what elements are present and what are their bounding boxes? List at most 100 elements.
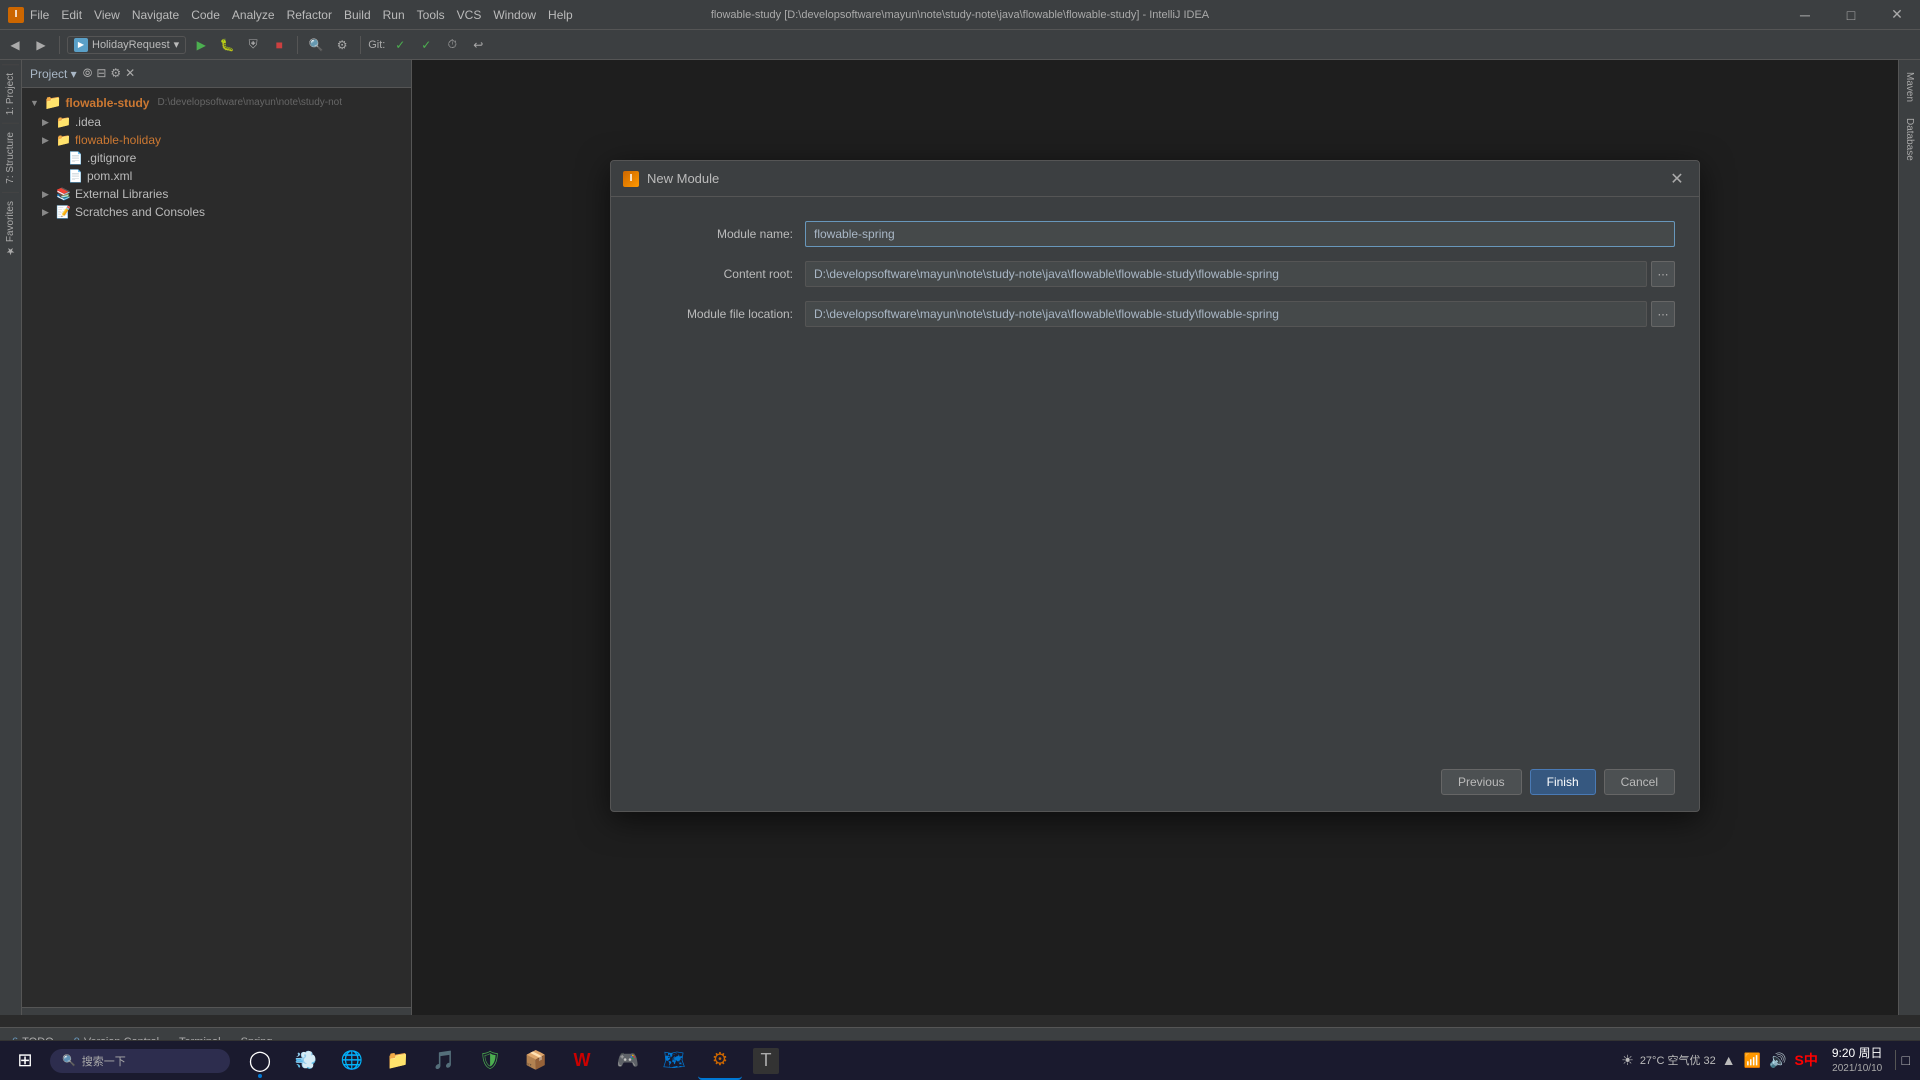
- taskbar-app-intellij[interactable]: ⚙: [698, 1042, 742, 1080]
- menu-edit[interactable]: Edit: [61, 8, 82, 22]
- tab-maven[interactable]: Maven: [1901, 64, 1918, 110]
- maximize-button[interactable]: □: [1828, 0, 1874, 30]
- toolbar-back-button[interactable]: ◀: [4, 34, 26, 56]
- settings-button[interactable]: ⚙: [331, 34, 353, 56]
- finish-button[interactable]: Finish: [1530, 769, 1596, 795]
- content-root-label: Content root:: [635, 267, 805, 281]
- network-icon[interactable]: 📶: [1742, 1050, 1763, 1071]
- previous-button[interactable]: Previous: [1441, 769, 1522, 795]
- tree-item-root[interactable]: ▼ 📁 flowable-study D:\developsoftware\ma…: [22, 92, 411, 113]
- taskbar-app-music[interactable]: 🎵: [422, 1042, 466, 1080]
- search-everywhere-button[interactable]: 🔍: [305, 34, 327, 56]
- module-name-label: Module name:: [635, 227, 805, 241]
- menu-bar: File Edit View Navigate Code Analyze Ref…: [30, 8, 573, 22]
- taskbar-app-w[interactable]: W: [560, 1042, 604, 1080]
- clock-date: 2021/10/10: [1832, 1062, 1883, 1076]
- module-name-row: Module name:: [635, 221, 1675, 247]
- gitignore-icon: 📄: [68, 151, 83, 165]
- taskbar-app-edge[interactable]: 🌐: [330, 1042, 374, 1080]
- module-name-input[interactable]: [805, 221, 1675, 247]
- taskbar-app-game2[interactable]: 🎮: [606, 1042, 650, 1080]
- tree-item-ext-libs[interactable]: ▶ 📚 External Libraries: [22, 185, 411, 203]
- module-icon: 📁: [44, 94, 61, 111]
- expand-tray-icon[interactable]: ▲: [1720, 1050, 1738, 1070]
- taskbar-apps: ◯ 💨 🌐 📁 🎵 🛡 📦 W 🎮 🗺 ⚙ T: [230, 1042, 1619, 1080]
- tree-label-extlibs: External Libraries: [75, 187, 168, 201]
- menu-file[interactable]: File: [30, 8, 49, 22]
- content-root-browse-button[interactable]: ⋯: [1651, 261, 1675, 287]
- tree-label-root: flowable-study: [65, 96, 149, 110]
- input-method-icon[interactable]: S中: [1792, 1048, 1819, 1072]
- toolbar-forward-button[interactable]: ▶: [30, 34, 52, 56]
- menu-help[interactable]: Help: [548, 8, 573, 22]
- project-panel-title: Project ▾: [30, 67, 77, 81]
- taskbar-app-t[interactable]: T: [744, 1042, 788, 1080]
- git-rollback-button[interactable]: ↩: [467, 34, 489, 56]
- hide-panel-icon[interactable]: ✕: [125, 66, 135, 81]
- tree-arrow-idea: ▶: [42, 117, 52, 128]
- menu-tools[interactable]: Tools: [417, 8, 445, 22]
- taskbar-app-explorer[interactable]: 📁: [376, 1042, 420, 1080]
- run-config-dropdown[interactable]: ▶ HolidayRequest ▾: [67, 36, 186, 54]
- taskbar-clock[interactable]: 9:20 周日 2021/10/10: [1824, 1045, 1891, 1076]
- tab-database[interactable]: Database: [1901, 110, 1918, 169]
- module-file-label: Module file location:: [635, 307, 805, 321]
- run-with-coverage-button[interactable]: ⛨: [242, 34, 264, 56]
- content-root-input[interactable]: [805, 261, 1647, 287]
- start-button[interactable]: ⊞: [0, 1041, 50, 1080]
- tab-structure[interactable]: 7: Structure: [2, 123, 19, 192]
- run-config-arrow: ▾: [174, 38, 180, 51]
- run-config-icon: ▶: [74, 38, 88, 52]
- weather-icon[interactable]: ☀: [1619, 1050, 1636, 1071]
- tree-item-idea[interactable]: ▶ 📁 .idea: [22, 113, 411, 131]
- project-tree: ▼ 📁 flowable-study D:\developsoftware\ma…: [22, 88, 411, 1007]
- git-history-button[interactable]: ⏱: [441, 34, 463, 56]
- menu-refactor[interactable]: Refactor: [287, 8, 332, 22]
- locate-file-icon[interactable]: ⦾: [83, 66, 93, 81]
- project-panel: Project ▾ ⦾ ⊟ ⚙ ✕ ▼ 📁 flowable-study D:\…: [22, 60, 412, 1015]
- taskbar-app-cortana[interactable]: ◯: [238, 1042, 282, 1080]
- close-button[interactable]: ✕: [1874, 0, 1920, 30]
- git-push-button[interactable]: ✓: [415, 34, 437, 56]
- menu-navigate[interactable]: Navigate: [132, 8, 179, 22]
- menu-view[interactable]: View: [94, 8, 120, 22]
- collapse-all-icon[interactable]: ⊟: [96, 66, 106, 81]
- tree-item-pomxml[interactable]: ▶ 📄 pom.xml: [22, 167, 411, 185]
- right-sidebar-tabs: Maven Database: [1898, 60, 1920, 1015]
- tree-arrow-scratches: ▶: [42, 207, 52, 218]
- tab-project[interactable]: 1: Project: [2, 64, 19, 123]
- toolbar-separator-1: [59, 36, 60, 54]
- run-button[interactable]: ▶: [190, 34, 212, 56]
- dialog-footer: Previous Finish Cancel: [611, 757, 1699, 811]
- tree-item-gitignore[interactable]: ▶ 📄 .gitignore: [22, 149, 411, 167]
- minimize-button[interactable]: ─: [1782, 0, 1828, 30]
- menu-vcs[interactable]: VCS: [457, 8, 482, 22]
- tree-label-pom: pom.xml: [87, 169, 132, 183]
- dialog-close-button[interactable]: ✕: [1667, 169, 1687, 189]
- volume-icon[interactable]: 🔊: [1767, 1050, 1788, 1071]
- settings-icon[interactable]: ⚙: [110, 66, 121, 81]
- menu-analyze[interactable]: Analyze: [232, 8, 275, 22]
- cancel-button[interactable]: Cancel: [1604, 769, 1675, 795]
- tree-item-scratches[interactable]: ▶ 📝 Scratches and Consoles: [22, 203, 411, 221]
- module-file-browse-button[interactable]: ⋯: [1651, 301, 1675, 327]
- taskbar-app-fan[interactable]: 💨: [284, 1042, 328, 1080]
- show-desktop-icon[interactable]: □: [1895, 1050, 1912, 1070]
- dialog-title-bar: I New Module ✕: [611, 161, 1699, 197]
- stop-button[interactable]: ■: [268, 34, 290, 56]
- tree-item-flowable-holiday[interactable]: ▶ 📁 flowable-holiday: [22, 131, 411, 149]
- clock-time: 9:20 周日: [1832, 1045, 1883, 1062]
- tab-favorites[interactable]: ★ Favorites: [2, 192, 19, 264]
- left-sidebar-tabs: 1: Project 7: Structure ★ Favorites: [0, 60, 22, 1015]
- menu-window[interactable]: Window: [493, 8, 536, 22]
- git-commit-button[interactable]: ✓: [389, 34, 411, 56]
- taskbar-app-maps[interactable]: 🗺: [652, 1042, 696, 1080]
- menu-run[interactable]: Run: [383, 8, 405, 22]
- taskbar-search[interactable]: 🔍 搜索一下: [50, 1049, 230, 1073]
- menu-build[interactable]: Build: [344, 8, 371, 22]
- taskbar-app-shield[interactable]: 🛡: [468, 1042, 512, 1080]
- module-file-input[interactable]: [805, 301, 1647, 327]
- menu-code[interactable]: Code: [191, 8, 220, 22]
- taskbar-app-game[interactable]: 📦: [514, 1042, 558, 1080]
- debug-button[interactable]: 🐛: [216, 34, 238, 56]
